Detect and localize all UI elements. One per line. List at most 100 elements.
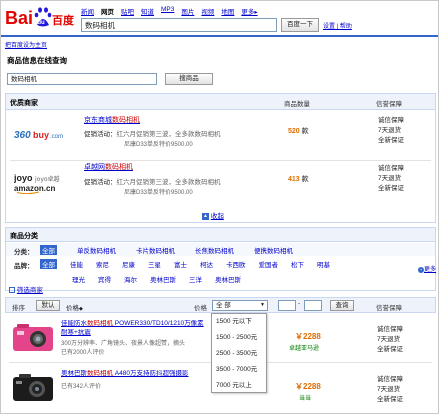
nav-item[interactable]: MP3 — [161, 6, 174, 16]
price-select-value: 全 部 — [216, 302, 231, 309]
guarantee-item: 7天退货 — [378, 127, 402, 134]
guarantee-item: 诚信保障 — [378, 165, 404, 172]
nav-item[interactable]: 知道 — [141, 6, 154, 16]
collapse-up-icon: ▲ — [202, 212, 209, 220]
price-option[interactable]: 2500 - 3500元 — [212, 346, 266, 362]
header-divider — [1, 35, 438, 37]
class-option[interactable]: 卡片数码相机 — [136, 245, 175, 255]
brand-option[interactable]: 三洋 — [189, 274, 202, 284]
price-dropdown-list: 1500 元以下 1500 - 2500元 2500 - 3500元 3500 … — [211, 313, 267, 393]
class-option[interactable]: 长焦数码相机 — [195, 245, 234, 255]
class-options: 全部 单反数码相机 卡片数码相机 长焦数码相机 便携数码相机 — [40, 245, 293, 255]
merchant-count: 520 款 — [288, 126, 309, 136]
nav-item[interactable]: 地图 — [221, 6, 234, 16]
brand-option[interactable]: 爱国者 — [259, 259, 279, 269]
nav-item[interactable]: 图片 — [181, 6, 194, 16]
brand-option[interactable]: 全部 — [40, 259, 57, 269]
filter-label: 筛选商家 — [16, 287, 43, 294]
guarantee-item: 诚信保障 — [377, 376, 403, 383]
settings-help-links[interactable]: 设置 | 帮助 — [323, 21, 352, 30]
brand-option[interactable]: 海尔 — [124, 274, 137, 284]
product-reviews: 已有342人评价 — [61, 384, 102, 390]
price-option[interactable]: 3500 - 7000元 — [212, 362, 266, 378]
merchant-guarantees: 诚信保障 7天退货 全新保证 — [378, 116, 404, 146]
title-highlight: 数码相机 — [87, 370, 113, 377]
nav-item[interactable]: 贴吧 — [121, 6, 134, 16]
price-min-input[interactable] — [278, 300, 296, 311]
promo-text: 红六月促销第三波，全多款数码相机 — [116, 131, 221, 138]
more-brands-link[interactable]: + 更多 — [418, 264, 436, 273]
class-option[interactable]: 便携数码相机 — [254, 245, 293, 255]
joyo-text: joyo卓越 — [34, 175, 60, 183]
merchant-count: 413 款 — [288, 174, 309, 184]
count-unit: 款 — [301, 128, 309, 135]
brand-option[interactable]: 柯达 — [200, 259, 213, 269]
price-filter-label: 价格 — [194, 305, 207, 312]
title-highlight: 数码相机 — [87, 320, 113, 327]
brand-option[interactable]: 理光 — [72, 274, 85, 284]
product-title-1[interactable]: 佳能防水数码相机 POWER330/TD10/1210万像素 — [61, 320, 211, 328]
price-select[interactable]: 全 部 ▼ — [212, 300, 268, 311]
guarantee-column-header: 信誉保障 — [376, 305, 402, 312]
price-query-button[interactable]: 查询 — [330, 300, 354, 311]
set-homepage-link[interactable]: 把百度设为主页 — [5, 40, 47, 49]
brand-option[interactable]: 松下 — [291, 259, 304, 269]
brand-option[interactable]: 尼康 — [122, 259, 135, 269]
collapse-toggle[interactable]: ▲ 收起 — [202, 210, 224, 220]
price-option[interactable]: 1500 元以下 — [212, 314, 266, 330]
nav-item[interactable]: 视频 — [201, 6, 214, 16]
guarantee-item: 全新保证 — [377, 346, 403, 353]
black-camera-icon — [13, 374, 53, 401]
sort-price-button[interactable]: 价格◆ — [66, 302, 83, 312]
guarantee-item: 全新保证 — [378, 137, 404, 144]
brand-option[interactable]: 佳能 — [70, 259, 83, 269]
nav-item[interactable]: 网页 — [101, 6, 114, 16]
brand-option[interactable]: 奥林巴斯 — [150, 274, 176, 284]
title-suffix: POWER330/TD10/1210万像素 — [113, 320, 204, 327]
merchant-name: 京东商城 — [84, 117, 112, 124]
merchant-link-jd[interactable]: 京东商城数码相机 — [84, 115, 140, 125]
price-option[interactable]: 7000 元以上 — [212, 378, 266, 394]
product-image-canon[interactable] — [11, 321, 57, 355]
brand-option[interactable]: 宾得 — [98, 274, 111, 284]
filter-merchants[interactable]: 筛选商家 — [9, 284, 43, 294]
class-option[interactable]: 全部 — [40, 245, 57, 255]
title-prefix: 佳能防水 — [61, 320, 87, 327]
class-option[interactable]: 单反数码相机 — [77, 245, 116, 255]
product-price: ￥2288 — [295, 382, 321, 391]
brand-option[interactable]: 明基 — [317, 259, 330, 269]
nav-item[interactable]: 新闻 — [81, 6, 94, 16]
brand-label: 品牌： — [14, 263, 34, 270]
jd-360buy-logo[interactable]: 360 buy .com — [14, 126, 68, 142]
product-title-1-line2[interactable]: 耐寒+抗震 — [61, 329, 91, 337]
guarantee-item: 诚信保障 — [378, 117, 404, 124]
count-unit: 款 — [301, 176, 309, 183]
search-button[interactable]: 百度一下 — [281, 18, 319, 32]
baidu-logo[interactable]: Bai du 百度 — [5, 4, 77, 30]
guarantee-item: 7天退货 — [378, 175, 402, 182]
more-label: 更多 — [424, 267, 437, 273]
brand-option[interactable]: 三星 — [148, 259, 161, 269]
product-search-input[interactable]: 数码相机 — [7, 73, 157, 85]
sort-price-label: 价格 — [66, 305, 79, 312]
sort-default-button[interactable]: 默认 — [36, 300, 60, 311]
nav-item[interactable]: 更多▸ — [241, 6, 257, 16]
joyo-amazon-logo[interactable]: joyo joyo卓越 amazon.cn — [13, 172, 70, 195]
search-input[interactable]: 数码相机 — [81, 18, 277, 32]
brand-option[interactable]: 奥林巴斯 — [215, 274, 241, 284]
product-image-olympus[interactable] — [11, 371, 57, 405]
brand-option[interactable]: 富士 — [174, 259, 187, 269]
merchant-name: 卓越网 — [84, 164, 105, 171]
svg-text:.com: .com — [50, 134, 63, 140]
product-merchant[interactable]: 当当 — [299, 393, 311, 402]
product-title-2[interactable]: 奥林巴斯数码相机 A480万支持防抖超强摄影 — [61, 370, 231, 378]
price-max-input[interactable] — [304, 300, 322, 311]
product-search-button[interactable]: 搜商品 — [165, 73, 213, 85]
brand-option[interactable]: 索尼 — [96, 259, 109, 269]
merchant-link-joyo[interactable]: 卓越网数码相机 — [84, 162, 133, 172]
brand-option[interactable]: 卡西欧 — [226, 259, 246, 269]
merchant-name-highlight: 数码相机 — [112, 117, 140, 124]
product-merchant[interactable]: 卓越亚马逊 — [289, 343, 319, 352]
count-value: 413 — [288, 176, 300, 183]
price-option[interactable]: 1500 - 2500元 — [212, 330, 266, 346]
